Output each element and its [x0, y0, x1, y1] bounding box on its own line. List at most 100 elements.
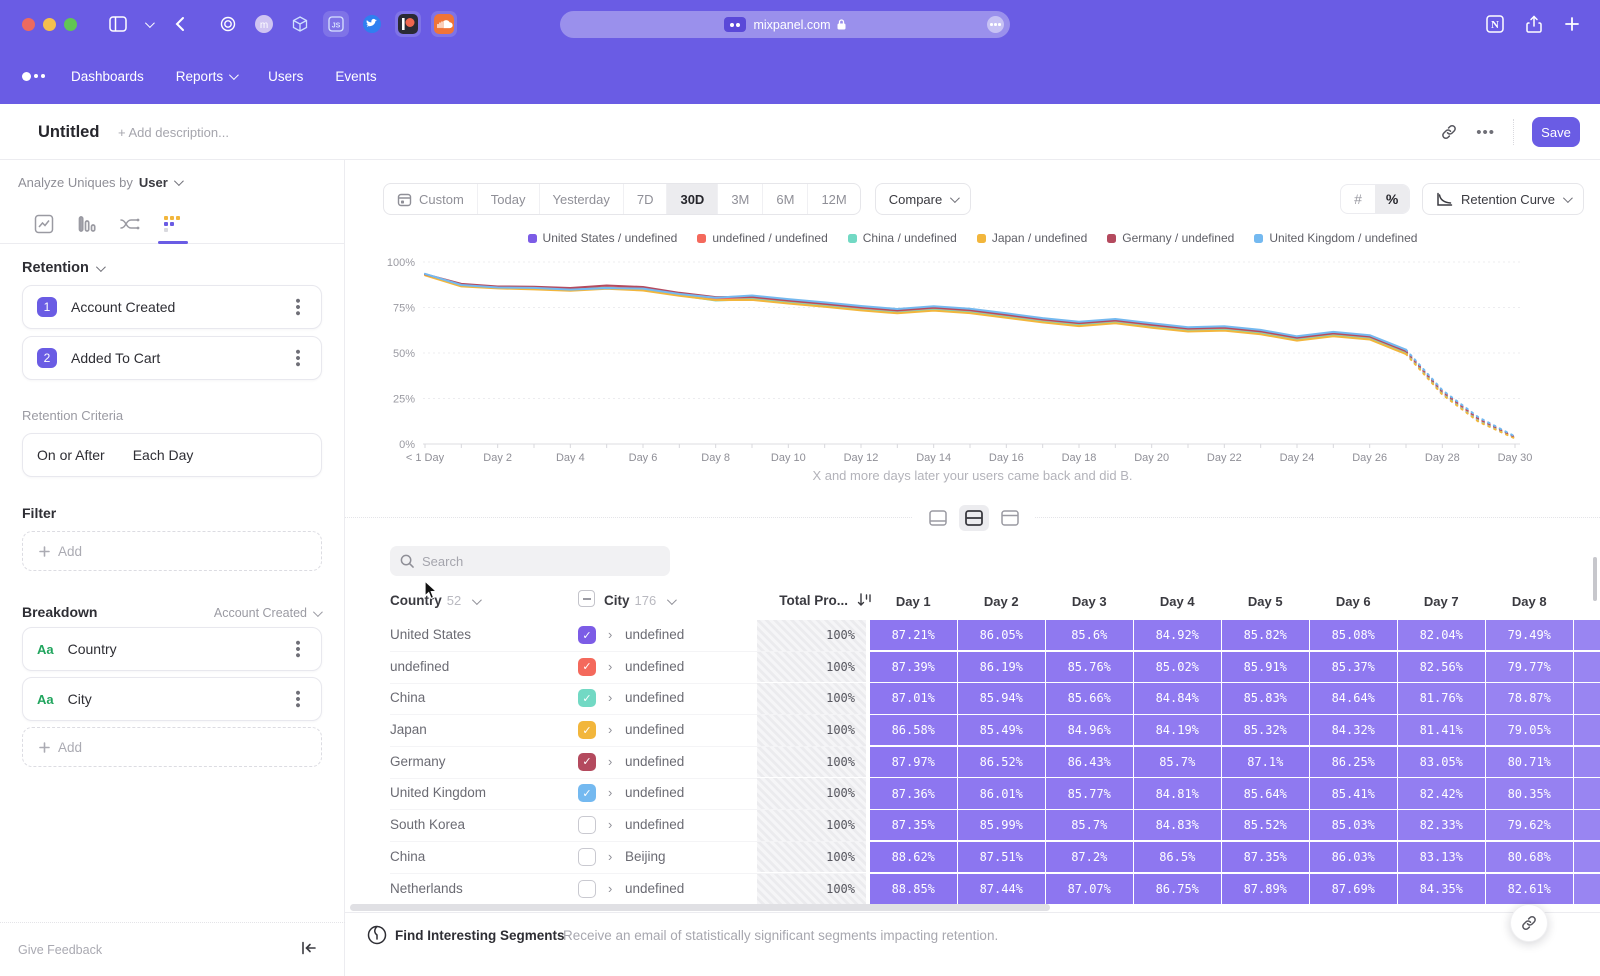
- breakdown-kebab-icon[interactable]: •••: [289, 640, 306, 659]
- sidebar-toggle-icon[interactable]: [109, 16, 127, 32]
- range-today[interactable]: Today: [478, 184, 540, 214]
- retention-cell[interactable]: 85.83%: [1222, 683, 1309, 713]
- row-checkbox-checked[interactable]: ✓: [578, 626, 596, 644]
- legend-item-united-kingdom-undefined[interactable]: United Kingdom / undefined: [1254, 231, 1417, 245]
- retention-cell[interactable]: 80.68%: [1486, 842, 1573, 872]
- retention-cell[interactable]: 85.02%: [1134, 652, 1221, 682]
- retention-cell[interactable]: 86.5%: [1134, 842, 1221, 872]
- step-event-name[interactable]: Account Created: [71, 299, 288, 315]
- row-checkbox-checked[interactable]: ✓: [578, 753, 596, 771]
- step-kebab-icon[interactable]: •••: [289, 349, 306, 368]
- retention-cell[interactable]: 83.13%: [1398, 842, 1485, 872]
- row-checkbox-checked[interactable]: ✓: [578, 658, 596, 676]
- floating-share-link-button[interactable]: [1510, 904, 1548, 942]
- total-column-header[interactable]: Total Pro...: [762, 593, 848, 608]
- nav-link-users[interactable]: Users: [268, 69, 303, 84]
- breakdown-scope-dropdown[interactable]: Account Created: [214, 606, 320, 620]
- city-cell[interactable]: undefined: [625, 754, 684, 769]
- zoom-window-button[interactable]: [64, 18, 77, 31]
- retention-cell[interactable]: 82.42%: [1398, 778, 1485, 808]
- retention-cell[interactable]: 85.52%: [1222, 810, 1309, 840]
- city-cell[interactable]: undefined: [625, 785, 684, 800]
- split-view-button[interactable]: [959, 505, 989, 531]
- country-cell[interactable]: Netherlands: [390, 881, 463, 896]
- series-line-united-states-undefined[interactable]: [425, 275, 1406, 353]
- breakdown-property-name[interactable]: City: [68, 691, 289, 707]
- retention-cell[interactable]: 84.84%: [1134, 683, 1221, 713]
- step-kebab-icon[interactable]: •••: [289, 298, 306, 317]
- retention-cell[interactable]: 85.7%: [1046, 810, 1133, 840]
- onepassword-icon[interactable]: [215, 11, 241, 37]
- js-icon[interactable]: JS: [323, 11, 349, 37]
- tab-flows[interactable]: [116, 210, 144, 238]
- series-line-dotted-china-undefined[interactable]: [1406, 353, 1515, 438]
- city-cell[interactable]: undefined: [625, 659, 684, 674]
- day-column-header[interactable]: Day 3: [1046, 594, 1133, 609]
- horizontal-scrollbar[interactable]: [350, 904, 1050, 911]
- retention-cell[interactable]: 85.37%: [1310, 652, 1397, 682]
- retention-cell[interactable]: 85.49%: [958, 715, 1045, 745]
- save-button[interactable]: Save: [1532, 117, 1580, 147]
- add-filter-button[interactable]: Add: [22, 531, 322, 571]
- collapse-sidebar-icon[interactable]: [301, 941, 317, 955]
- chart-only-view-button[interactable]: [923, 505, 953, 531]
- retention-cell[interactable]: 84.96%: [1046, 715, 1133, 745]
- city-column-header[interactable]: City176: [604, 593, 674, 608]
- expand-row-chevron-icon[interactable]: ›: [608, 785, 612, 800]
- row-checkbox-unchecked[interactable]: [578, 880, 596, 898]
- bird-icon[interactable]: [359, 11, 385, 37]
- retention-cell[interactable]: 85.91%: [1222, 652, 1309, 682]
- retention-cell[interactable]: 87.21%: [870, 620, 957, 650]
- row-checkbox-checked[interactable]: ✓: [578, 721, 596, 739]
- retention-cell[interactable]: 79.77%: [1486, 652, 1573, 682]
- select-all-checkbox[interactable]: [578, 590, 595, 607]
- expand-row-chevron-icon[interactable]: ›: [608, 627, 612, 642]
- retention-cell[interactable]: 87.07%: [1046, 874, 1133, 904]
- retention-cell[interactable]: 84.64%: [1310, 683, 1397, 713]
- retention-line-chart[interactable]: 100%75%50%25%0%< 1 DayDay 2Day 4Day 6Day…: [345, 250, 1600, 470]
- table-search-box[interactable]: [390, 546, 670, 576]
- retention-cell[interactable]: 85.76%: [1046, 652, 1133, 682]
- retention-cell[interactable]: 87.97%: [870, 747, 957, 777]
- day-column-header[interactable]: Day 7: [1398, 594, 1485, 609]
- retention-cell[interactable]: 87.01%: [870, 683, 957, 713]
- segments-title[interactable]: Find Interesting Segments: [395, 928, 565, 943]
- retention-cell[interactable]: 82.56%: [1398, 652, 1485, 682]
- country-cell[interactable]: United States: [390, 627, 471, 642]
- nav-link-dashboards[interactable]: Dashboards: [71, 69, 144, 84]
- expand-row-chevron-icon[interactable]: ›: [608, 817, 612, 832]
- retention-cell[interactable]: 87.51%: [958, 842, 1045, 872]
- retention-cell[interactable]: 86.05%: [958, 620, 1045, 650]
- retention-cell[interactable]: 88.62%: [870, 842, 957, 872]
- patreon-icon[interactable]: [395, 11, 421, 37]
- retention-cell[interactable]: 86.25%: [1310, 747, 1397, 777]
- retention-cell[interactable]: 87.36%: [870, 778, 957, 808]
- country-cell[interactable]: Germany: [390, 754, 446, 769]
- retention-cell[interactable]: 85.94%: [958, 683, 1045, 713]
- retention-cell[interactable]: 79.62%: [1486, 810, 1573, 840]
- range-yesterday[interactable]: Yesterday: [540, 184, 624, 214]
- retention-cell[interactable]: 85.41%: [1310, 778, 1397, 808]
- day-column-header[interactable]: Day 6: [1310, 594, 1397, 609]
- retention-cell[interactable]: 85.64%: [1222, 778, 1309, 808]
- notion-extension-icon[interactable]: N: [1486, 15, 1504, 33]
- tab-overview-chevron-icon[interactable]: [145, 21, 152, 28]
- series-line-dotted-germany-undefined[interactable]: [1406, 351, 1515, 437]
- country-cell[interactable]: China: [390, 690, 425, 705]
- soundcloud-icon[interactable]: [431, 11, 457, 37]
- retention-cell[interactable]: 87.2%: [1046, 842, 1133, 872]
- add-breakdown-button[interactable]: Add: [22, 727, 322, 767]
- tab-insights[interactable]: [30, 210, 58, 238]
- country-cell[interactable]: undefined: [390, 659, 449, 674]
- day-column-header[interactable]: Day 2: [958, 594, 1045, 609]
- retention-cell[interactable]: 85.6%: [1046, 620, 1133, 650]
- row-checkbox-unchecked[interactable]: [578, 848, 596, 866]
- retention-cell[interactable]: 84.35%: [1398, 874, 1485, 904]
- day-column-header[interactable]: Day 5: [1222, 594, 1309, 609]
- analyze-uniques-row[interactable]: Analyze Uniques by User: [18, 175, 181, 190]
- range-7d[interactable]: 7D: [624, 184, 668, 214]
- retention-cell[interactable]: 85.66%: [1046, 683, 1133, 713]
- expand-row-chevron-icon[interactable]: ›: [608, 659, 612, 674]
- breakdown-property-name[interactable]: Country: [68, 641, 289, 657]
- criteria-each-day[interactable]: Each Day: [133, 447, 307, 463]
